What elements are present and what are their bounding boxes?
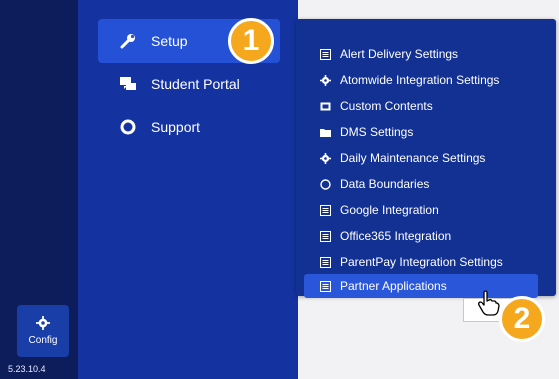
callout-badge-two: 2 xyxy=(499,296,545,342)
submenu-item-label: Google Integration xyxy=(340,203,439,217)
submenu-item-partner-applications[interactable]: Partner Applications xyxy=(304,274,538,298)
document-icon xyxy=(320,48,331,60)
nav-item-support[interactable]: Support xyxy=(98,105,280,149)
nav-item-student-portal[interactable]: Student Portal xyxy=(98,62,280,106)
nav-item-label: Student Portal xyxy=(151,76,240,92)
document-icon xyxy=(320,256,331,268)
ring-icon xyxy=(119,118,137,136)
document-icon xyxy=(320,280,331,292)
submenu-item-parentpay-integration[interactable]: ParentPay Integration Settings xyxy=(304,250,538,274)
gear-icon xyxy=(36,316,50,330)
folder-icon xyxy=(320,127,331,138)
circle-icon xyxy=(320,178,331,190)
config-label: Config xyxy=(28,335,58,346)
submenu-item-label: Atomwide Integration Settings xyxy=(340,73,500,87)
document-icon xyxy=(320,101,331,112)
chat-icon xyxy=(119,75,137,93)
submenu-item-label: Office365 Integration xyxy=(340,229,452,243)
gear-icon xyxy=(320,74,331,86)
submenu-item-label: Alert Delivery Settings xyxy=(340,47,459,61)
wrench-icon xyxy=(119,32,137,50)
document-icon xyxy=(320,204,331,216)
submenu-item-atomwide[interactable]: Atomwide Integration Settings xyxy=(304,68,538,92)
setup-submenu: Alert Delivery Settings Atomwide Integra… xyxy=(296,19,556,298)
gear-icon xyxy=(320,152,331,164)
submenu-item-office365-integration[interactable]: Office365 Integration xyxy=(304,224,538,248)
config-button[interactable]: Config xyxy=(17,305,69,357)
nav-item-label: Support xyxy=(151,119,201,135)
submenu-item-data-boundaries[interactable]: Data Boundaries xyxy=(304,172,538,196)
submenu-item-label: ParentPay Integration Settings xyxy=(340,255,503,269)
submenu-item-label: DMS Settings xyxy=(340,125,414,139)
callout-badge-one: 1 xyxy=(228,18,274,64)
submenu-item-label: Daily Maintenance Settings xyxy=(340,151,486,165)
version-label: 5.23.10.4 xyxy=(8,364,46,374)
submenu-item-daily-maintenance[interactable]: Daily Maintenance Settings xyxy=(304,146,538,170)
document-icon xyxy=(320,230,331,242)
nav-item-label: Setup xyxy=(151,33,188,49)
submenu-item-custom-contents[interactable]: Custom Contents xyxy=(304,94,538,118)
submenu-item-google-integration[interactable]: Google Integration xyxy=(304,198,538,222)
submenu-item-dms-settings[interactable]: DMS Settings xyxy=(304,120,538,144)
hand-cursor-icon xyxy=(478,290,500,316)
left-rail: Config 5.23.10.4 xyxy=(0,0,78,379)
submenu-item-label: Custom Contents xyxy=(340,99,433,113)
submenu-item-alert-delivery[interactable]: Alert Delivery Settings xyxy=(304,42,538,66)
submenu-item-label: Partner Applications xyxy=(340,279,447,293)
submenu-item-label: Data Boundaries xyxy=(340,177,430,191)
